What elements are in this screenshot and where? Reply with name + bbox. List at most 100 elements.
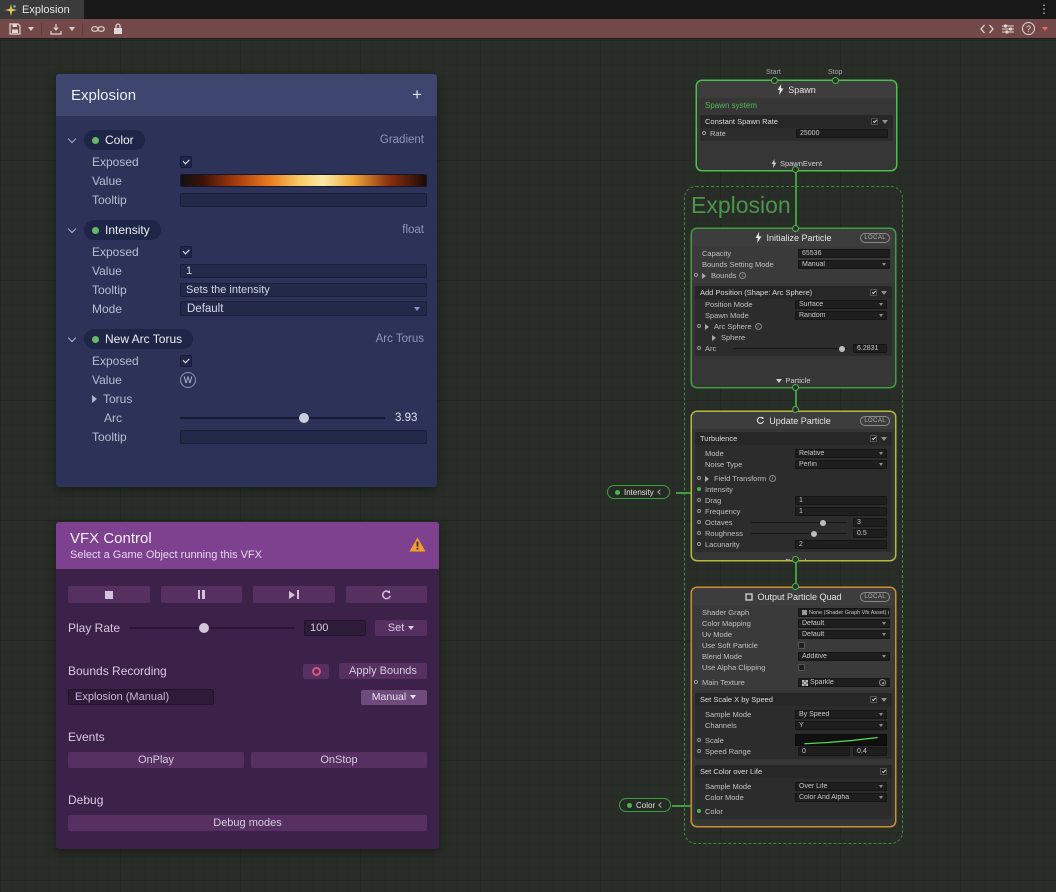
add-property-button[interactable]: + xyxy=(412,85,422,105)
block-turbulence[interactable]: Turbulence Mode Relative Noise Type Perl… xyxy=(695,432,892,552)
slider-handle[interactable] xyxy=(299,413,309,423)
sample-mode-dropdown[interactable]: Over Life xyxy=(795,782,887,791)
spawn-node-header[interactable]: Spawn xyxy=(697,81,896,98)
foldout-arrow-icon[interactable] xyxy=(702,273,706,279)
node-initialize-particle[interactable]: Initialize Particle LOCAL Capacity 65536… xyxy=(692,229,895,387)
object-picker-icon[interactable] xyxy=(879,679,886,686)
input-port-connected[interactable] xyxy=(697,809,701,813)
block-header[interactable]: Add Position (Shape: Arc Sphere) xyxy=(695,286,892,299)
arc-input[interactable]: 6.2831 xyxy=(853,344,887,353)
spawn-mode-dropdown[interactable]: Random xyxy=(795,311,887,320)
input-port-connected[interactable] xyxy=(697,487,701,491)
block-header[interactable]: Constant Spawn Rate xyxy=(700,115,893,128)
system-label[interactable]: Explosion xyxy=(691,192,791,219)
roughness-input[interactable]: 0.5 xyxy=(853,529,887,538)
save-button[interactable] xyxy=(5,20,25,38)
initialize-input-port[interactable] xyxy=(792,225,799,232)
property-pill[interactable]: New Arc Torus xyxy=(84,329,193,349)
update-node-header[interactable]: Update Particle LOCAL xyxy=(692,412,895,429)
bounds-mode-dropdown[interactable]: Manual xyxy=(798,260,890,269)
spawn-stop-port[interactable] xyxy=(832,77,839,84)
edge-intensity-parameter[interactable] xyxy=(676,492,693,494)
update-output-port[interactable] xyxy=(792,556,799,563)
lacunarity-input[interactable]: 2 xyxy=(795,540,887,549)
blend-mode-dropdown[interactable]: Additive xyxy=(798,652,890,661)
block-enabled-checkbox[interactable] xyxy=(871,118,878,125)
tooltip-input[interactable] xyxy=(180,430,427,444)
foldout-arrow-icon[interactable] xyxy=(705,476,709,482)
attach-button[interactable] xyxy=(87,20,109,38)
spawn-output-port[interactable] xyxy=(792,166,799,173)
input-port[interactable] xyxy=(694,680,698,684)
block-header[interactable]: Turbulence xyxy=(695,432,892,445)
node-output-particle-quad[interactable]: Output Particle Quad LOCAL Shader Graph … xyxy=(692,588,895,826)
stop-button[interactable] xyxy=(68,586,150,603)
gradient-field[interactable] xyxy=(180,174,427,187)
pause-button[interactable] xyxy=(161,586,243,603)
debug-modes-button[interactable]: Debug modes xyxy=(68,815,427,831)
octaves-slider[interactable] xyxy=(751,519,847,527)
arc-slider[interactable] xyxy=(180,411,385,425)
play-rate-input[interactable]: 100 xyxy=(304,620,366,636)
output-input-port[interactable] xyxy=(792,583,799,590)
drag-input[interactable]: 1 xyxy=(795,496,887,505)
speed-range-max-input[interactable]: 0.4 xyxy=(853,747,887,756)
edge-spawn-to-initialize[interactable] xyxy=(795,170,797,229)
input-port[interactable] xyxy=(694,273,698,277)
slider-handle[interactable] xyxy=(839,346,845,352)
manual-dropdown-button[interactable]: Manual xyxy=(361,690,427,705)
initialize-output-port[interactable] xyxy=(792,384,799,391)
foldout-arrow-icon[interactable] xyxy=(712,335,716,341)
block-set-color-over-life[interactable]: Set Color over Life Sample Mode Over Lif… xyxy=(695,765,892,819)
show-generated-code-button[interactable] xyxy=(976,20,998,38)
input-port[interactable] xyxy=(697,520,701,524)
slider-handle[interactable] xyxy=(820,520,826,526)
mode-dropdown[interactable]: Default xyxy=(180,301,427,316)
input-port[interactable] xyxy=(697,738,701,742)
slider-handle[interactable] xyxy=(811,531,817,537)
save-dropdown[interactable] xyxy=(25,20,37,38)
sample-mode-dropdown[interactable]: By Speed xyxy=(795,710,887,719)
property-pill[interactable]: Color xyxy=(84,130,145,150)
property-pill[interactable]: Intensity xyxy=(84,220,161,240)
step-button[interactable] xyxy=(253,586,335,603)
input-port[interactable] xyxy=(697,324,701,328)
color-mapping-dropdown[interactable]: Default xyxy=(798,619,890,628)
attach-target-field[interactable]: Explosion (Manual) xyxy=(68,689,214,705)
arc-value[interactable]: 3.93 xyxy=(395,412,427,424)
control-panel-toggle-button[interactable] xyxy=(998,20,1018,38)
rate-input[interactable]: 25000 xyxy=(796,129,888,138)
node-spawn[interactable]: Spawn Spawn system Constant Spawn Rate R… xyxy=(697,81,896,170)
record-bounds-button[interactable] xyxy=(303,664,329,679)
apply-bounds-button[interactable]: Apply Bounds xyxy=(339,663,427,679)
arc-slider[interactable] xyxy=(733,345,847,353)
chevron-down-icon[interactable] xyxy=(68,224,76,232)
position-mode-dropdown[interactable]: Surface xyxy=(795,300,887,309)
tooltip-input[interactable]: Sets the intensity xyxy=(180,283,427,297)
system-name-label[interactable]: Spawn system xyxy=(697,98,896,112)
input-port[interactable] xyxy=(697,509,701,513)
window-menu-icon[interactable]: ⋮ xyxy=(1038,1,1050,18)
collapse-chevron-icon[interactable] xyxy=(657,489,663,495)
octaves-input[interactable]: 3 xyxy=(853,518,887,527)
exposed-checkbox[interactable] xyxy=(180,156,192,168)
uv-mode-dropdown[interactable]: Default xyxy=(798,630,890,639)
input-port[interactable] xyxy=(697,346,701,350)
edge-color-parameter[interactable] xyxy=(672,805,693,807)
wide-mode-badge[interactable]: W xyxy=(180,372,196,388)
roughness-slider[interactable] xyxy=(751,530,847,538)
property-header[interactable]: New Arc Torus Arc Torus xyxy=(56,327,437,351)
set-rate-button[interactable]: Set xyxy=(375,620,427,636)
block-enabled-checkbox[interactable] xyxy=(870,435,877,442)
play-rate-slider[interactable] xyxy=(129,622,295,634)
onstop-button[interactable]: OnStop xyxy=(251,752,427,768)
exposed-checkbox[interactable] xyxy=(180,355,192,367)
foldout-arrow-icon[interactable] xyxy=(92,395,97,403)
soft-particle-checkbox[interactable] xyxy=(798,642,805,649)
tab-explosion[interactable]: Explosion xyxy=(0,0,84,19)
value-input[interactable]: 1 xyxy=(180,264,427,278)
block-header[interactable]: Set Color over Life xyxy=(695,765,892,778)
spawn-start-port[interactable] xyxy=(771,77,778,84)
input-port[interactable] xyxy=(697,498,701,502)
input-port[interactable] xyxy=(697,531,701,535)
